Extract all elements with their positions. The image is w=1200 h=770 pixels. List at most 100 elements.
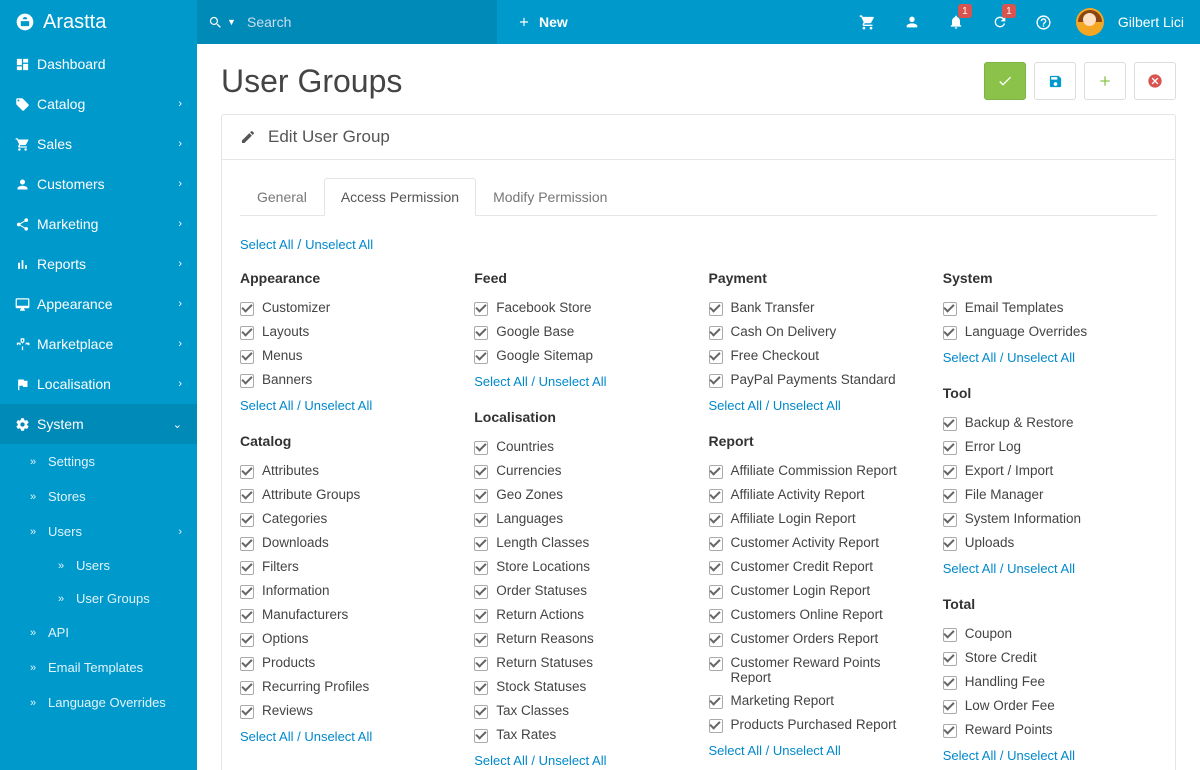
checkbox[interactable] [474,609,488,623]
checkbox[interactable] [474,326,488,340]
caret-down-icon[interactable]: ▼ [227,17,236,27]
sidebar-item-catalog[interactable]: Catalog› [0,84,197,124]
checkbox[interactable] [943,302,957,316]
checkbox[interactable] [240,585,254,599]
user-menu[interactable] [1066,0,1110,44]
updates-icon[interactable]: 1 [978,0,1022,44]
unselect-all-link[interactable]: Unselect All [1007,350,1075,365]
checkbox[interactable] [943,700,957,714]
tab-modify-permission[interactable]: Modify Permission [476,178,624,216]
checkbox[interactable] [709,609,723,623]
checkbox[interactable] [474,441,488,455]
unselect-all-link[interactable]: Unselect All [1007,561,1075,576]
unselect-all-link[interactable]: Unselect All [539,753,607,768]
checkbox[interactable] [943,417,957,431]
sidebar-item-reports[interactable]: Reports› [0,244,197,284]
checkbox[interactable] [943,489,957,503]
checkbox[interactable] [709,465,723,479]
sidebar-item-dashboard[interactable]: Dashboard [0,44,197,84]
checkbox[interactable] [474,489,488,503]
checkbox[interactable] [943,652,957,666]
sidebar-item-marketing[interactable]: Marketing› [0,204,197,244]
select-all-link[interactable]: Select All [943,561,996,576]
save-as-button[interactable] [1034,62,1076,100]
checkbox[interactable] [709,374,723,388]
checkbox[interactable] [240,705,254,719]
checkbox[interactable] [943,465,957,479]
checkbox[interactable] [709,513,723,527]
checkbox[interactable] [240,561,254,575]
checkbox[interactable] [240,657,254,671]
checkbox[interactable] [943,513,957,527]
unselect-all-link[interactable]: Unselect All [304,398,372,413]
checkbox[interactable] [474,585,488,599]
checkbox[interactable] [474,729,488,743]
checkbox[interactable] [240,633,254,647]
sidebar-item-sales[interactable]: Sales› [0,124,197,164]
sidebar-item-email-templates[interactable]: »Email Templates [0,650,197,685]
checkbox[interactable] [943,441,957,455]
sidebar-item-settings[interactable]: »Settings [0,444,197,479]
checkbox[interactable] [474,705,488,719]
select-all-link[interactable]: Select All [709,743,762,758]
search-input[interactable] [237,6,417,38]
checkbox[interactable] [474,513,488,527]
checkbox[interactable] [709,719,723,733]
checkbox[interactable] [709,326,723,340]
select-all-link[interactable]: Select All [474,753,527,768]
checkbox[interactable] [709,585,723,599]
checkbox[interactable] [474,465,488,479]
sidebar-item-marketplace[interactable]: Marketplace› [0,324,197,364]
select-all-link[interactable]: Select All [474,374,527,389]
sidebar-item-users-sub[interactable]: »Users [0,549,197,582]
help-icon[interactable] [1022,0,1066,44]
unselect-all-link[interactable]: Unselect All [304,729,372,744]
checkbox[interactable] [943,537,957,551]
checkbox[interactable] [474,633,488,647]
checkbox[interactable] [943,628,957,642]
checkbox[interactable] [709,489,723,503]
checkbox[interactable] [474,657,488,671]
checkbox[interactable] [240,374,254,388]
checkbox[interactable] [240,302,254,316]
checkbox[interactable] [474,681,488,695]
sidebar-item-language-overrides[interactable]: »Language Overrides [0,685,197,720]
save-button[interactable] [984,62,1026,100]
cancel-button[interactable] [1134,62,1176,100]
checkbox[interactable] [240,537,254,551]
checkbox[interactable] [240,326,254,340]
checkbox[interactable] [474,537,488,551]
unselect-all-link[interactable]: Unselect All [305,237,373,252]
sidebar-item-appearance[interactable]: Appearance› [0,284,197,324]
tab-access-permission[interactable]: Access Permission [324,178,476,216]
checkbox[interactable] [709,537,723,551]
user-icon[interactable] [890,0,934,44]
checkbox[interactable] [240,465,254,479]
checkbox[interactable] [474,350,488,364]
select-all-link[interactable]: Select All [240,729,293,744]
select-all-link[interactable]: Select All [943,748,996,763]
checkbox[interactable] [474,302,488,316]
checkbox[interactable] [943,724,957,738]
sidebar-item-api[interactable]: »API [0,615,197,650]
unselect-all-link[interactable]: Unselect All [539,374,607,389]
add-button[interactable] [1084,62,1126,100]
checkbox[interactable] [709,657,723,671]
sidebar-item-users[interactable]: »Users› [0,514,197,549]
unselect-all-link[interactable]: Unselect All [773,743,841,758]
checkbox[interactable] [474,561,488,575]
sidebar-item-user-groups[interactable]: »User Groups [0,582,197,615]
checkbox[interactable] [240,350,254,364]
sidebar-item-system[interactable]: System ⌄ [0,404,197,444]
brand[interactable]: Arastta [0,11,197,34]
notifications-icon[interactable]: 1 [934,0,978,44]
sidebar-item-stores[interactable]: »Stores [0,479,197,514]
user-name[interactable]: Gilbert Lici [1110,14,1200,30]
tab-general[interactable]: General [240,178,324,216]
checkbox[interactable] [709,633,723,647]
select-all-link[interactable]: Select All [709,398,762,413]
sidebar-item-localisation[interactable]: Localisation› [0,364,197,404]
cart-icon[interactable] [846,0,890,44]
checkbox[interactable] [240,681,254,695]
select-all-link[interactable]: Select All [943,350,996,365]
